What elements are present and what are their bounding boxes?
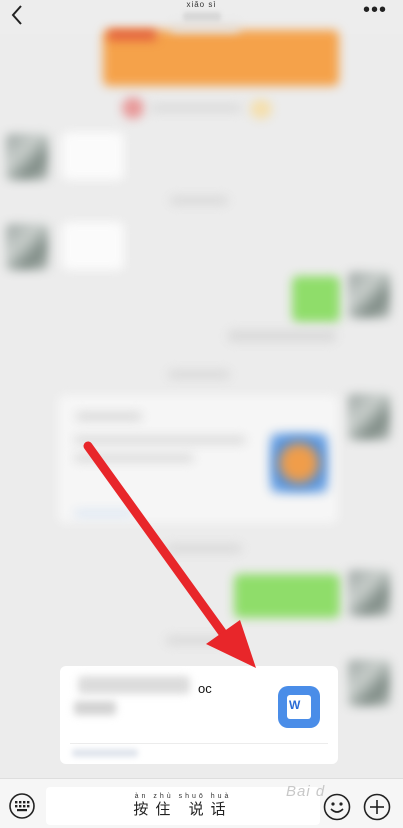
- contact-avatar[interactable]: [6, 134, 48, 180]
- word-document-icon: W: [278, 686, 320, 728]
- source-label-blurred: [72, 749, 138, 757]
- blurred-timestamp: [170, 196, 228, 205]
- blurred-text: [170, 24, 240, 32]
- my-avatar[interactable]: [348, 570, 390, 616]
- hold-to-talk-pinyin: àn zhù shuō huà: [134, 793, 232, 800]
- input-bar: àn zhù shuō huà 按住 说话: [0, 778, 403, 828]
- emoji-icon[interactable]: [323, 793, 351, 821]
- my-avatar[interactable]: [348, 660, 390, 706]
- blurred-reaction-icon: [122, 97, 144, 119]
- blurred-reaction-icon: [250, 99, 272, 119]
- divider: [70, 743, 328, 744]
- keyboard-icon[interactable]: [9, 793, 35, 819]
- watermark-text: Bai d: [286, 783, 326, 800]
- blurred-text: [74, 436, 246, 444]
- blurred-timestamp: [166, 636, 228, 645]
- file-extension: oc: [198, 681, 212, 696]
- back-arrow-icon[interactable]: [6, 2, 30, 28]
- hold-to-talk-button[interactable]: àn zhù shuō huà 按住 说话: [46, 787, 320, 825]
- blurred-text: [74, 510, 134, 517]
- file-size-blurred: [74, 701, 116, 715]
- title-pinyin: xiǎo sì: [186, 0, 217, 9]
- blurred-text: [76, 412, 142, 421]
- file-message-card[interactable]: oc W: [60, 666, 338, 764]
- blurred-timestamp: [168, 370, 230, 379]
- my-avatar[interactable]: [348, 272, 390, 318]
- plus-icon[interactable]: [363, 793, 391, 821]
- blurred-text: [228, 330, 336, 342]
- title-blurred: [182, 12, 221, 22]
- link-thumbnail: [270, 433, 328, 493]
- sent-message-bubble[interactable]: [292, 276, 340, 322]
- contact-avatar[interactable]: [6, 224, 48, 270]
- my-avatar[interactable]: [348, 394, 390, 440]
- received-message-bubble[interactable]: [62, 132, 124, 180]
- received-message-bubble[interactable]: [62, 222, 124, 270]
- file-name-blurred: [78, 676, 190, 694]
- blurred-timestamp: [166, 544, 242, 553]
- sent-message-bubble[interactable]: [234, 574, 340, 618]
- hold-to-talk-label: 按住 说话: [133, 801, 233, 818]
- more-icon[interactable]: •••: [363, 0, 387, 20]
- blurred-text: [150, 104, 242, 112]
- blurred-text: [74, 454, 194, 462]
- word-icon-letter: W: [289, 698, 301, 712]
- blurred-banner-tag: [108, 30, 156, 40]
